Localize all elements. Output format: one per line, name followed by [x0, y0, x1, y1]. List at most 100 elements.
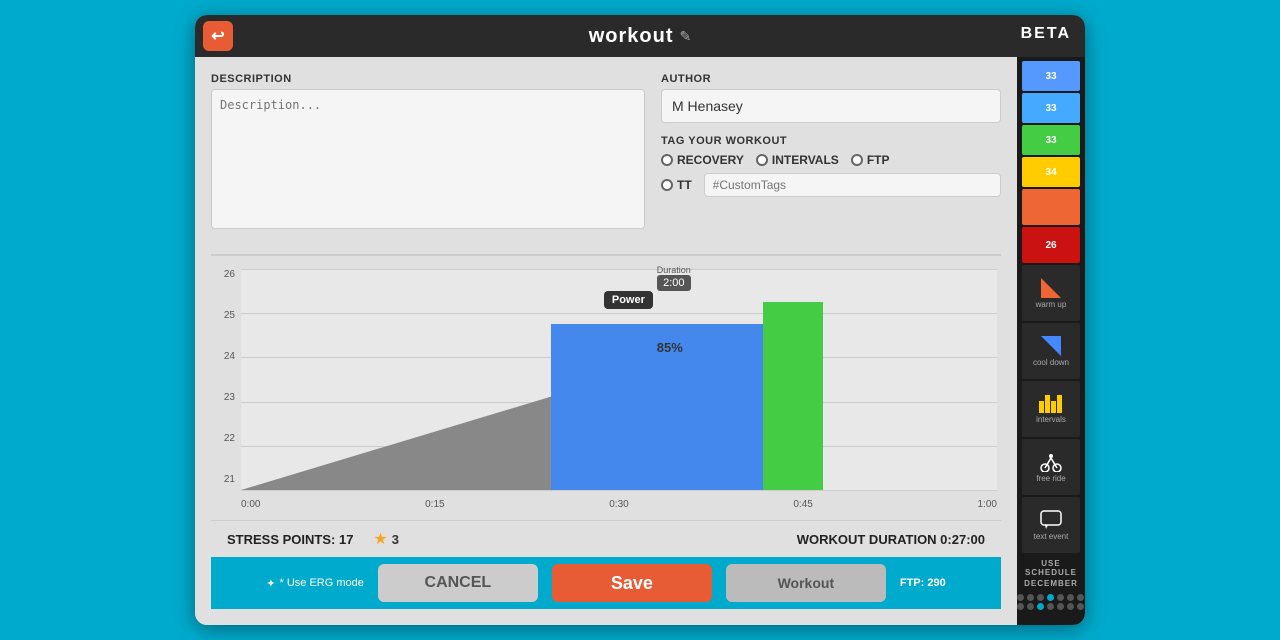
author-label: AUTHOR	[661, 73, 1001, 85]
calendar-dots	[1015, 592, 1085, 612]
sidebar-color-6[interactable]: 26	[1022, 227, 1080, 263]
dot-1	[1017, 594, 1024, 601]
cancel-button[interactable]: Cancel	[378, 564, 538, 602]
power-percent: 85%	[657, 340, 683, 355]
color-value-2: 33	[1045, 103, 1056, 114]
x-label-30: 0:30	[609, 499, 628, 510]
y-label-22: 22	[211, 433, 239, 444]
y-label-26: 26	[211, 269, 239, 280]
workout-button[interactable]: Workout	[726, 564, 886, 602]
dot-3	[1037, 594, 1044, 601]
tag-intervals-label: INTERVALS	[772, 153, 839, 167]
duration-value: 2:00	[657, 275, 690, 291]
grid-line-1	[241, 269, 997, 270]
dot-13	[1067, 603, 1074, 610]
author-section: AUTHOR TAG YOUR WORKOUT RECOVERY INTERVA…	[661, 73, 1001, 234]
author-input[interactable]	[661, 89, 1001, 123]
rating-area: ★ 3	[373, 529, 399, 549]
sidebar-textevent[interactable]: text event	[1022, 497, 1080, 553]
sidebar-freeride[interactable]: free ride	[1022, 439, 1080, 495]
power-tooltip: Power	[604, 291, 653, 309]
back-button[interactable]: ↩	[203, 21, 233, 51]
textevent-label: text event	[1034, 532, 1069, 541]
sidebar-color-1[interactable]: 33	[1022, 61, 1080, 91]
radio-tt	[661, 179, 673, 191]
freeride-icon	[1039, 452, 1063, 472]
tag-ftp[interactable]: FTP	[851, 153, 890, 167]
star-icon: ★	[373, 529, 387, 549]
dot-10	[1037, 603, 1044, 610]
duration-label: Duration	[657, 265, 691, 275]
chart-container: 26 25 24 23 22 21	[211, 264, 1001, 520]
title-bar: ↩ workout ✎ BETA	[195, 15, 1085, 57]
x-label-45: 0:45	[793, 499, 812, 510]
tag-recovery[interactable]: RECOVERY	[661, 153, 744, 167]
left-panel: DESCRIPTION AUTHOR TAG YOUR WORKOUT RECO…	[195, 57, 1017, 625]
dot-7	[1077, 594, 1084, 601]
main-content: DESCRIPTION AUTHOR TAG YOUR WORKOUT RECO…	[195, 57, 1085, 625]
y-label-24: 24	[211, 351, 239, 362]
sidebar-color-3[interactable]: 33	[1022, 125, 1080, 155]
dot-2	[1027, 594, 1034, 601]
intervals-icon	[1039, 395, 1063, 413]
description-input[interactable]	[211, 89, 645, 229]
y-label-23: 23	[211, 392, 239, 403]
edit-icon[interactable]: ✎	[680, 28, 692, 45]
back-icon: ↩	[211, 26, 224, 46]
tag-ftp-label: FTP	[867, 153, 890, 167]
custom-tags-input[interactable]	[704, 173, 1001, 197]
color-value-3: 33	[1045, 135, 1056, 146]
tag-tt-label: TT	[677, 178, 692, 192]
chart-plot: Duration 2:00 Power 85%	[241, 269, 997, 490]
intervals-label: intervals	[1036, 415, 1066, 424]
dot-9	[1027, 603, 1034, 610]
color-value-1: 33	[1045, 71, 1056, 82]
color-value-6: 26	[1045, 240, 1056, 251]
sidebar-cooldown[interactable]: cool down	[1022, 323, 1080, 379]
y-axis: 26 25 24 23 22 21	[211, 264, 239, 490]
sidebar-color-5[interactable]	[1022, 189, 1080, 225]
beta-badge: BETA	[1021, 25, 1071, 43]
radio-recovery	[661, 154, 673, 166]
action-bar: ✦ * Use ERG mode Cancel Save Workout FTP…	[211, 557, 1001, 609]
grid-line-6	[241, 490, 997, 491]
dot-12	[1057, 603, 1064, 610]
dot-6	[1067, 594, 1074, 601]
month-label: DECEMBER	[1015, 579, 1085, 588]
x-label-0: 0:00	[241, 499, 260, 510]
cooldown-label: cool down	[1033, 358, 1069, 367]
tag-intervals[interactable]: INTERVALS	[756, 153, 839, 167]
dot-14	[1077, 603, 1084, 610]
y-label-21: 21	[211, 474, 239, 485]
warmup-label: warm up	[1036, 300, 1067, 309]
x-label-100: 1:00	[978, 499, 997, 510]
radio-ftp	[851, 154, 863, 166]
sidebar-color-4[interactable]: 34	[1022, 157, 1080, 187]
dot-11	[1047, 603, 1054, 610]
schedule-label: USE SCHEDULE	[1015, 559, 1085, 577]
app-window: ↩ workout ✎ BETA DESCRIPTION AU	[195, 15, 1085, 625]
erg-mode-row: ✦ * Use ERG mode	[266, 577, 364, 590]
y-label-25: 25	[211, 310, 239, 321]
tag-tt[interactable]: TT	[661, 178, 692, 192]
workout-duration: WORKOUT DURATION 0:27:00	[797, 532, 985, 547]
outer-background: ↩ workout ✎ BETA DESCRIPTION AU	[0, 0, 1280, 640]
sidebar-intervals[interactable]: intervals	[1022, 381, 1080, 437]
power-label: Power	[612, 294, 645, 306]
erg-label: * Use ERG mode	[279, 577, 363, 589]
status-bar: STRESS POINTS: 17 ★ 3 WORKOUT DURATION 0…	[211, 520, 1001, 557]
ftp-display: FTP: 290	[900, 577, 946, 589]
tag-row-2: TT	[661, 173, 1001, 197]
duration-tooltip: Duration 2:00	[657, 265, 691, 291]
chart-area: 26 25 24 23 22 21	[211, 264, 1001, 520]
sidebar-color-2[interactable]: 33	[1022, 93, 1080, 123]
sidebar-warmup[interactable]: warm up	[1022, 265, 1080, 321]
chart-divider	[211, 254, 1001, 256]
description-label: DESCRIPTION	[211, 73, 645, 85]
x-label-15: 0:15	[425, 499, 444, 510]
textevent-icon	[1040, 510, 1062, 530]
save-button[interactable]: Save	[552, 564, 712, 602]
freeride-label: free ride	[1036, 474, 1065, 483]
color-value-4: 34	[1045, 167, 1056, 178]
dot-5	[1057, 594, 1064, 601]
